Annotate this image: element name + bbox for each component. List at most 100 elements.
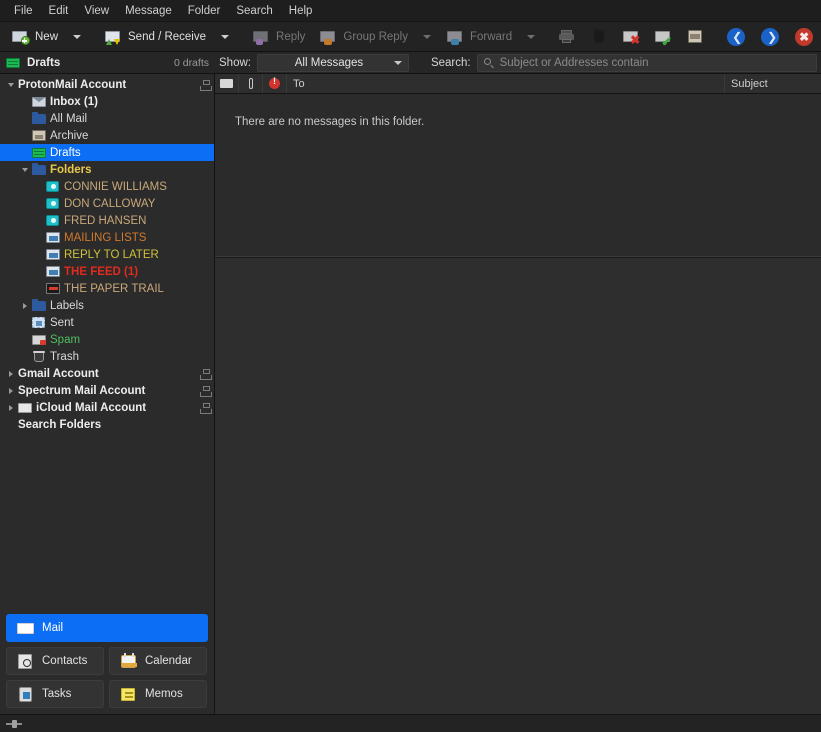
twisty-collapsed-icon[interactable] [4,370,18,377]
reply-button[interactable]: Reply [245,24,312,50]
sidebar-item-sent[interactable]: Sent [0,314,214,331]
column-read-status[interactable] [215,74,239,93]
sidebar-item-gmail-account[interactable]: Gmail Account [0,365,214,382]
twisty-collapsed-icon[interactable] [4,404,18,411]
send-receive-icon [104,29,122,45]
module-button-tasks[interactable]: Tasks [6,680,104,708]
priority-icon [269,76,280,89]
reply-icon [252,29,270,45]
sidebar-item-don-calloway[interactable]: DON CALLOWAY [0,195,214,212]
sidebar-item-label: iCloud Mail Account [36,401,147,414]
menu-help[interactable]: Help [281,2,321,20]
sidebar-item-label: FRED HANSEN [64,214,147,227]
sidebar-item-the-feed-1[interactable]: THE FEED (1) [0,263,214,280]
show-filter-select[interactable]: All Messages [256,53,409,72]
new-message-dropdown-caret[interactable] [73,34,82,39]
folder-icon [32,163,47,176]
sidebar-item-label: THE FEED (1) [64,265,139,278]
forward-icon [446,29,464,45]
menu-search[interactable]: Search [228,2,280,20]
sidebar-item-the-paper-trail[interactable]: THE PAPER TRAIL [0,280,214,297]
contact-folder-icon [46,180,61,193]
column-priority[interactable] [263,74,287,93]
module-button-label: Contacts [42,655,88,667]
sidebar-item-spam[interactable]: Spam [0,331,214,348]
sidebar-item-connie-williams[interactable]: CONNIE WILLIAMS [0,178,214,195]
mail-icon [17,621,34,636]
send-receive-dropdown-caret[interactable] [221,34,230,39]
column-subject[interactable]: Subject [725,74,821,93]
send-receive-label: Send / Receive [128,30,207,43]
back-button[interactable]: ❮ [719,24,753,50]
twisty-expanded-icon[interactable] [4,82,18,87]
sidebar-item-spectrum-mail-account[interactable]: Spectrum Mail Account [0,382,214,399]
archive-button[interactable] [679,24,711,50]
folder-icon [32,112,47,125]
message-list[interactable]: There are no messages in this folder. [215,94,821,256]
show-label: Show: [219,56,251,69]
message-area: To Subject There are no messages in this… [215,74,821,714]
module-button-memos[interactable]: Memos [109,680,207,708]
forward-dropdown-caret[interactable] [527,34,536,39]
sidebar-item-all-mail[interactable]: All Mail [0,110,214,127]
module-button-mail[interactable]: Mail [6,614,208,642]
search-input[interactable]: Subject or Addresses contain [476,53,817,72]
print-button[interactable] [551,24,583,50]
paperclip-icon [248,78,253,89]
menu-message[interactable]: Message [117,2,180,20]
sidebar-item-folders[interactable]: Folders [0,161,214,178]
sidebar-item-label: Inbox (1) [50,95,98,108]
close-button[interactable]: ✖ [787,24,821,50]
mark-as-not-junk-button[interactable]: ✔ [647,24,679,50]
column-to[interactable]: To [287,74,725,93]
group-reply-icon [319,29,337,45]
sidebar-item-label: DON CALLOWAY [64,197,156,210]
menu-edit[interactable]: Edit [41,2,77,20]
main-body: ProtonMail Account Inbox (1) All Mail Archi… [0,74,821,714]
menu-file[interactable]: File [6,2,41,20]
twisty-collapsed-icon[interactable] [18,302,32,309]
calendar-icon [120,652,137,669]
reply-label: Reply [276,30,306,43]
chevron-down-icon [393,60,402,65]
new-message-button[interactable]: New [4,24,65,50]
filter-bar: Drafts 0 drafts Show: All Messages Searc… [0,52,821,74]
forward-button[interactable]: Forward [439,24,519,50]
module-button-contacts[interactable]: Contacts [6,647,104,675]
module-button-calendar[interactable]: Calendar [109,647,207,675]
contact-folder-icon [46,197,61,210]
sidebar-item-icloud-mail-account[interactable]: iCloud Mail Account [0,399,214,416]
send-receive-button[interactable]: Send / Receive [97,24,213,50]
mark-as-junk-button[interactable]: ✖ [615,24,647,50]
sidebar-item-label: Spam [50,333,81,346]
sidebar: ProtonMail Account Inbox (1) All Mail Archi… [0,74,215,714]
twisty-collapsed-icon[interactable] [4,387,18,394]
menu-view[interactable]: View [76,2,117,20]
sidebar-item-trash[interactable]: Trash [0,348,214,365]
menu-folder[interactable]: Folder [180,2,229,20]
sidebar-item-inbox-1[interactable]: Inbox (1) [0,93,214,110]
sidebar-item-reply-to-later[interactable]: REPLY TO LATER [0,246,214,263]
group-reply-button[interactable]: Group Reply [312,24,415,50]
folder-tree: ProtonMail Account Inbox (1) All Mail Archi… [0,74,214,608]
group-reply-dropdown-caret[interactable] [422,34,431,39]
main-toolbar: New Send / Receive Reply Group Reply For… [0,22,821,52]
sidebar-item-drafts[interactable]: Drafts [0,144,214,161]
module-switcher: Mail Contacts Calendar Tasks Memos [0,608,214,714]
drafts-icon [6,56,21,69]
delete-button[interactable] [583,24,615,50]
sidebar-item-archive[interactable]: Archive [0,127,214,144]
sidebar-item-mailing-lists[interactable]: MAILING LISTS [0,229,214,246]
sidebar-item-fred-hansen[interactable]: FRED HANSEN [0,212,214,229]
drafts-icon [32,146,47,159]
archive-icon [32,129,47,142]
sidebar-item-protonmail-account[interactable]: ProtonMail Account [0,76,214,93]
twisty-expanded-icon[interactable] [18,167,32,172]
sidebar-item-search-folders[interactable]: Search Folders [0,416,214,433]
search-placeholder: Subject or Addresses contain [499,56,649,69]
printer-icon [558,29,576,45]
column-attachment[interactable] [239,74,263,93]
forward-nav-button[interactable]: ❯ [753,24,787,50]
sidebar-item-labels[interactable]: Labels [0,297,214,314]
sidebar-item-label: Folders [50,163,92,176]
